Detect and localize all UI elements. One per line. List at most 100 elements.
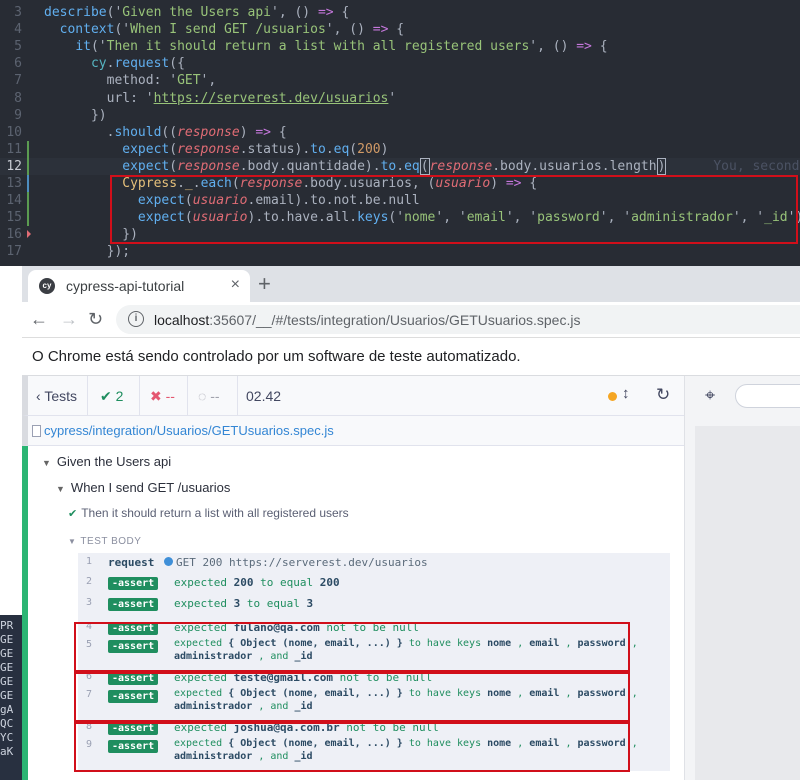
terminal-line: YC [0, 731, 14, 744]
command-message: GET 200 https://serverest.dev/usuarios [164, 556, 428, 569]
code-token: expect [122, 141, 170, 157]
code-token: Given the Users api [122, 5, 271, 20]
assert-badge: -assert [108, 598, 159, 611]
cypress-favicon-icon: cy [39, 278, 55, 294]
address-bar[interactable]: i localhost:35607/__/#/tests/integration… [116, 305, 800, 334]
assert-badge: -assert [108, 577, 159, 590]
code-token: { [271, 124, 287, 140]
aut-panel: ⌖ [684, 376, 800, 780]
url-host: localhost [154, 312, 210, 328]
info-icon[interactable]: i [128, 311, 144, 327]
context-row[interactable]: ▼ When I send GET /usuarios [56, 480, 230, 495]
test-title: Then it should return a list with all re… [81, 506, 349, 520]
selector-input[interactable] [735, 384, 800, 408]
code-text: url: 'https://serverest.dev/usuarios' [44, 90, 397, 107]
test-body-header: ▼ TEST BODY [68, 536, 141, 547]
back-arrow-icon[interactable]: ← [30, 308, 48, 330]
tab-bar: cy cypress-api-tutorial × + [22, 266, 800, 302]
test-row[interactable]: ✔ Then it should return a list with all r… [68, 506, 349, 520]
line-number: 8 [14, 90, 22, 106]
reload-icon[interactable]: ↻ [88, 308, 103, 330]
failed-value: -- [165, 388, 175, 404]
pass-check-icon: ✔ [68, 508, 78, 520]
code-line[interactable]: 7 method: 'GET', [0, 72, 800, 89]
terminal-line: GE [0, 689, 14, 702]
line-number: 6 [14, 56, 22, 72]
suite-row[interactable]: ▼ Given the Users api [42, 454, 171, 469]
command-name: request [108, 556, 155, 569]
assert-expected: 200 [319, 576, 340, 589]
code-token: => [255, 124, 272, 140]
line-number: 11 [6, 141, 22, 157]
code-token: (' [114, 22, 131, 38]
reporter-panel: ▼ Given the Users api ▼ When I send GET /u… [22, 446, 684, 780]
assert-relation: to equal [260, 576, 314, 589]
duration: 02.42 [246, 388, 282, 404]
code-line[interactable]: 6 cy.request({ [0, 55, 800, 72]
code-text: expect(response.body.quantidade).to.eq(r… [44, 157, 800, 175]
code-token: .body.usuarios.length [492, 158, 657, 174]
code-line[interactable]: 4 context('When I send GET /usuarios', (… [0, 21, 800, 38]
code-token: }); [44, 244, 131, 260]
request-url: https://serverest.dev/usuarios [229, 556, 428, 569]
rerun-icon[interactable]: ↻ [656, 386, 670, 404]
url-path: :35607/__/#/tests/integration/Usuarios/G… [209, 312, 581, 328]
code-line[interactable]: 9 }) [0, 107, 800, 124]
scroll-toggle-icon[interactable]: ↕ [622, 385, 630, 402]
code-token: . [396, 158, 405, 174]
line-number: 13 [6, 176, 22, 191]
tests-button[interactable]: ‹ Tests [28, 376, 88, 416]
code-token: GET [177, 73, 201, 89]
code-token: ', () [529, 39, 577, 55]
file-icon [32, 425, 41, 437]
code-line[interactable]: 3 describe('Given the Users api', () => { [0, 4, 800, 21]
code-line[interactable]: 8 url: 'https://serverest.dev/usuarios' [0, 90, 800, 107]
code-text: expect(response.status).to.eq(200) [44, 141, 388, 158]
code-token: should [114, 124, 162, 140]
request-status: 200 [202, 556, 223, 569]
request-method: GET [176, 556, 196, 569]
highlight-box [110, 175, 798, 244]
spec-path-link[interactable]: cypress/integration/Usuarios/GETUsuarios… [44, 423, 334, 438]
browser-window: cy cypress-api-tutorial × + ← → ↻ i loca… [22, 266, 800, 780]
line-number: 3 [14, 5, 22, 20]
browser-tab[interactable]: cy cypress-api-tutorial × [28, 270, 250, 302]
spinner-icon: ◌ [198, 388, 211, 404]
cypress-runner: ‹ Tests ✔ 2 ✖ -- ◌ -- 02.42 ↕ ↻ cypress/… [22, 376, 800, 780]
terminal-line: aK [0, 745, 14, 758]
git-gutter-marker [27, 157, 29, 175]
code-token: => [576, 39, 592, 55]
code-token: response [429, 158, 493, 174]
highlight-box [74, 622, 630, 672]
assert-word: expected [174, 597, 227, 610]
code-token: ' [388, 90, 397, 106]
command-message: expected 200 to equal 200 [174, 576, 340, 589]
code-text: method: 'GET', [44, 72, 217, 89]
command-message: expected 3 to equal 3 [174, 597, 313, 610]
code-line[interactable]: 11 expect(response.status).to.eq(200) [0, 140, 800, 158]
forward-arrow-icon[interactable]: → [60, 308, 78, 330]
spec-path-bar: cypress/integration/Usuarios/GETUsuarios… [22, 416, 684, 446]
failed-count: ✖ -- [140, 376, 188, 416]
highlight-box [74, 672, 630, 722]
selector-playground-icon[interactable]: ⌖ [705, 385, 715, 406]
x-icon: ✖ [150, 388, 166, 404]
code-line[interactable]: 17 }); [0, 243, 800, 260]
caret-down-icon: ▼ [56, 484, 65, 494]
code-token: { [333, 5, 350, 20]
code-token: https://serverest.dev/usuarios [153, 90, 389, 106]
code-token: When I send GET /usuarios [130, 22, 326, 38]
command-label: -assert [108, 576, 159, 590]
code-line[interactable]: 10 .should((response) => { [0, 124, 800, 141]
code-line[interactable]: 5 it('Then it should return a list with … [0, 38, 800, 55]
code-token: }) [44, 107, 107, 123]
close-tab-icon[interactable]: × [231, 276, 240, 294]
terminal-line: GE [0, 661, 14, 674]
code-line[interactable]: 12 expect(response.body.quantidade).to.e… [0, 157, 800, 175]
code-token: . [325, 141, 334, 157]
new-tab-button[interactable]: + [258, 270, 271, 298]
command-number: 3 [86, 597, 93, 608]
line-number: 17 [6, 244, 22, 260]
